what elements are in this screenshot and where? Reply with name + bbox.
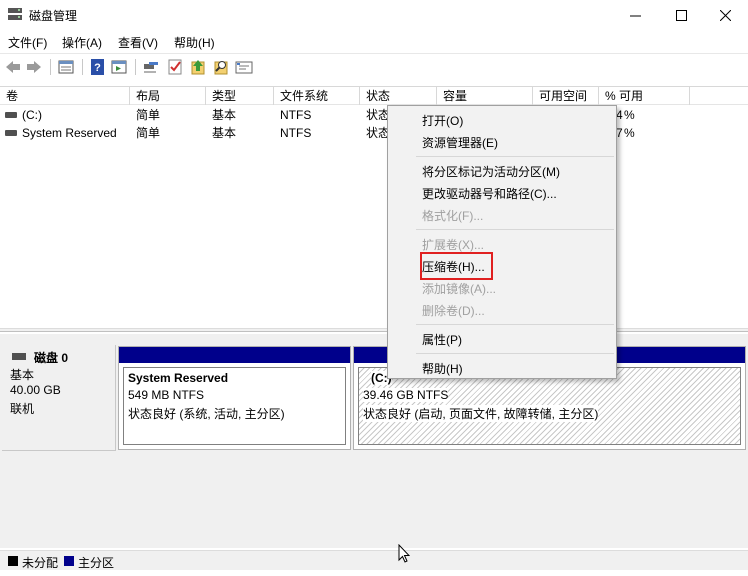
column-percent-free[interactable]: % 可用	[599, 87, 690, 105]
partition-size: 549 MB NTFS	[128, 388, 205, 402]
volume-pct-digit: 4	[616, 108, 623, 122]
column-filesystem[interactable]: 文件系统	[274, 87, 360, 105]
close-icon	[719, 9, 731, 21]
volume-icon	[5, 112, 17, 118]
context-menu: 打开(O) 资源管理器(E) 将分区标记为活动分区(M) 更改驱动器号和路径(C…	[387, 105, 617, 379]
connect-icon[interactable]	[142, 58, 160, 76]
volume-filesystem: NTFS	[280, 108, 312, 122]
menu-item-open[interactable]: 打开(O)	[422, 112, 463, 129]
disk-state: 联机	[10, 402, 35, 416]
properties-list-icon[interactable]	[57, 58, 75, 76]
toolbar: ?	[0, 53, 748, 80]
menu-separator	[416, 324, 614, 325]
menu-help[interactable]: 帮助(H)	[174, 34, 215, 51]
maximize-button[interactable]	[658, 0, 704, 30]
highlight-box	[420, 252, 493, 280]
menu-item-help[interactable]: 帮助(H)	[422, 360, 463, 377]
menu-separator	[416, 229, 614, 230]
up-icon[interactable]	[189, 58, 207, 76]
window-title: 磁盘管理	[29, 9, 78, 23]
disk-info-panel[interactable]: 磁盘 0 基本 40.00 GB 联机	[2, 345, 116, 451]
menu-item-properties[interactable]: 属性(P)	[422, 331, 462, 348]
column-free-space[interactable]: 可用空间	[533, 87, 599, 105]
maximize-icon	[675, 9, 687, 21]
column-status[interactable]: 状态	[360, 87, 437, 105]
menu-item-mark-active[interactable]: 将分区标记为活动分区(M)	[422, 163, 560, 180]
primary-partition-bar	[119, 347, 350, 363]
table-row[interactable]: (C:) 简单 基本 NTFS 状态 4 %	[0, 106, 748, 124]
menu-view[interactable]: 查看(V)	[118, 34, 158, 51]
volume-name: System Reserved	[22, 126, 117, 140]
mouse-cursor-icon	[398, 544, 410, 563]
menu-item-extend: 扩展卷(X)...	[422, 238, 484, 252]
menu-item-change-drive-letter[interactable]: 更改驱动器号和路径(C)...	[422, 185, 557, 202]
settings-icon[interactable]	[235, 58, 253, 76]
minimize-icon	[629, 15, 641, 16]
primary-swatch	[64, 556, 74, 566]
column-volume[interactable]: 卷	[0, 87, 130, 105]
volume-list-header: 卷 布局 类型 文件系统 状态 容量 可用空间 % 可用	[0, 86, 748, 105]
pane-splitter[interactable]	[0, 328, 748, 332]
disk-size: 40.00 GB	[10, 383, 61, 397]
back-icon[interactable]	[4, 58, 22, 76]
column-layout[interactable]: 布局	[130, 87, 206, 105]
disk-management-icon	[8, 8, 22, 20]
menu-item-delete: 删除卷(D)...	[422, 304, 485, 318]
volume-pct: %	[624, 108, 635, 122]
table-row[interactable]: System Reserved 简单 基本 NTFS 状态 7 %	[0, 124, 748, 142]
check-icon[interactable]	[166, 58, 184, 76]
minimize-button[interactable]	[612, 0, 658, 30]
disk-name: 磁盘 0	[34, 351, 69, 365]
legend-primary: 主分区	[78, 556, 115, 570]
disk-kind: 基本	[10, 368, 35, 382]
forward-icon[interactable]	[25, 58, 43, 76]
menu-separator	[416, 156, 614, 157]
volume-type: 基本	[212, 108, 237, 122]
menu-separator	[416, 353, 614, 354]
menu-item-explore[interactable]: 资源管理器(E)	[422, 134, 498, 151]
partition-system-reserved[interactable]: System Reserved 549 MB NTFS 状态良好 (系统, 活动…	[118, 346, 351, 450]
legend: 未分配 主分区	[0, 550, 748, 570]
close-button[interactable]	[702, 0, 748, 30]
volume-icon	[5, 130, 17, 136]
volume-pct: %	[624, 126, 635, 140]
partition-status: 状态良好 (系统, 活动, 主分区)	[128, 407, 285, 421]
volume-filesystem: NTFS	[280, 126, 312, 140]
menu-item-format: 格式化(F)...	[422, 209, 484, 223]
title-bar: 磁盘管理	[0, 0, 748, 30]
partition-size: 39.46 GB NTFS	[363, 388, 449, 402]
svg-text:?: ?	[94, 62, 101, 74]
menu-item-add-mirror: 添加镜像(A)...	[422, 282, 496, 296]
menu-bar: 文件(F) 操作(A) 查看(V) 帮助(H)	[0, 31, 748, 53]
volume-layout: 简单	[136, 126, 161, 140]
column-capacity[interactable]: 容量	[437, 87, 533, 105]
search-icon[interactable]	[212, 58, 230, 76]
unallocated-swatch	[8, 556, 18, 566]
partition-status: 状态良好 (启动, 页面文件, 故障转储, 主分区)	[363, 405, 599, 422]
volume-type: 基本	[212, 126, 237, 140]
column-type[interactable]: 类型	[206, 87, 274, 105]
console-icon[interactable]	[110, 58, 128, 76]
menu-file[interactable]: 文件(F)	[8, 34, 47, 51]
volume-layout: 简单	[136, 108, 161, 122]
volume-pct-digit: 7	[616, 126, 623, 140]
partition-label: System Reserved	[128, 371, 229, 385]
disk-icon	[12, 353, 26, 360]
legend-unallocated: 未分配	[22, 556, 59, 570]
help-icon[interactable]: ?	[89, 58, 107, 76]
menu-action[interactable]: 操作(A)	[62, 34, 102, 51]
volume-name: (C:)	[22, 108, 42, 122]
